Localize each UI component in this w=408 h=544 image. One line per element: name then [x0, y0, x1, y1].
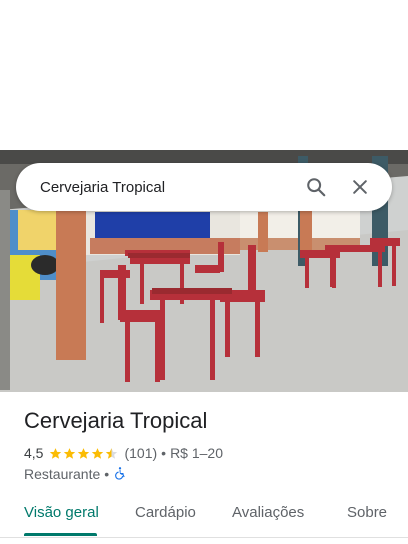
rating-row[interactable]: 4,5 (101) • R$ 1–20: [24, 444, 223, 462]
rating-value: 4,5: [24, 445, 44, 461]
search-icon[interactable]: [298, 169, 334, 205]
place-tabs: Visão geral Cardápio Avaliações Sobre: [0, 494, 408, 538]
tab-reviews[interactable]: Avaliações: [232, 504, 304, 521]
star-icon: [64, 447, 76, 459]
close-icon[interactable]: [342, 169, 378, 205]
star-icon: [50, 447, 62, 459]
price-range: R$ 1–20: [170, 445, 223, 461]
search-bar[interactable]: Cervejaria Tropical: [16, 163, 392, 211]
blank-header-area: [0, 0, 408, 150]
review-count[interactable]: (101): [124, 445, 157, 461]
place-title: Cervejaria Tropical: [24, 408, 208, 433]
search-input[interactable]: Cervejaria Tropical: [40, 179, 290, 196]
star-icon: [78, 447, 90, 459]
wheelchair-icon: [113, 466, 127, 483]
tab-menu[interactable]: Cardápio: [135, 504, 196, 521]
tab-overview[interactable]: Visão geral: [24, 504, 99, 521]
active-tab-indicator: [24, 533, 97, 536]
star-icon: [92, 447, 104, 459]
star-rating: [49, 447, 119, 460]
category-row: Restaurante •: [24, 465, 127, 483]
half-star-icon: [106, 447, 118, 459]
place-category[interactable]: Restaurante: [24, 466, 100, 482]
separator-dot: •: [161, 445, 167, 461]
separator-dot: •: [104, 466, 110, 482]
tab-about[interactable]: Sobre: [347, 504, 387, 521]
